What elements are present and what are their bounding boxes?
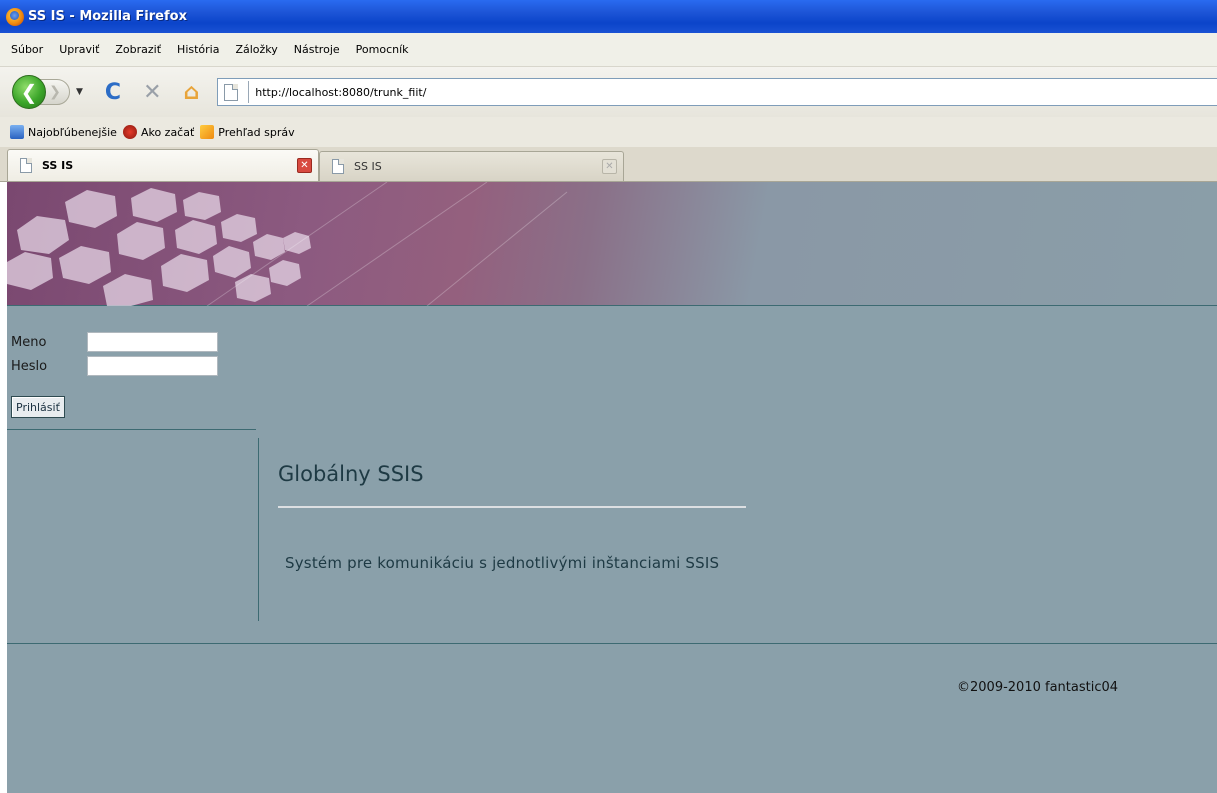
- menu-bookmarks[interactable]: Záložky: [232, 41, 280, 58]
- bookmark-label: Najobľúbenejšie: [28, 125, 117, 139]
- home-icon[interactable]: ⌂: [184, 80, 200, 105]
- page-icon: [20, 158, 32, 173]
- menu-tools[interactable]: Nástroje: [291, 41, 343, 58]
- url-bar[interactable]: http://localhost:8080/trunk_fiit/: [217, 78, 1217, 106]
- header-banner: [7, 182, 1217, 306]
- navigation-toolbar: ❮ ❯ ▼ C ✕ ⌂ http://localhost:8080/trunk_…: [0, 67, 1217, 117]
- username-row: Meno: [11, 330, 218, 354]
- username-label: Meno: [11, 334, 47, 350]
- footer-separator: [7, 643, 1217, 644]
- bookmark-most-visited[interactable]: Najobľúbenejšie: [10, 125, 117, 139]
- url-text[interactable]: http://localhost:8080/trunk_fiit/: [255, 86, 426, 99]
- vertical-separator: [258, 438, 259, 621]
- title-underline: [278, 506, 746, 508]
- rss-icon: [200, 125, 215, 139]
- password-row: Heslo: [11, 354, 218, 378]
- arrow-left-icon: ❮: [20, 80, 38, 104]
- bookmark-label: Prehľad správ: [218, 125, 295, 139]
- bookmark-getting-started[interactable]: Ako začať: [122, 125, 195, 139]
- page-content: Meno Heslo Prihlásiť Globálny SSIS Systé…: [7, 182, 1217, 793]
- page-title: Globálny SSIS: [278, 462, 424, 486]
- back-button[interactable]: ❮: [12, 75, 46, 109]
- left-separator: [7, 429, 256, 430]
- tab-label: SS IS: [42, 159, 74, 172]
- arrow-right-icon: ❯: [49, 84, 61, 100]
- menu-file[interactable]: Súbor: [8, 41, 46, 58]
- password-input[interactable]: [87, 356, 218, 376]
- tab-label: SS IS: [354, 160, 382, 173]
- tab-ss-is-active[interactable]: SS IS ✕: [7, 149, 319, 181]
- page-icon: [224, 83, 239, 101]
- bookmark-label: Ako začať: [140, 125, 195, 139]
- history-dropdown-icon[interactable]: ▼: [76, 87, 83, 97]
- window-titlebar: SS IS - Mozilla Firefox: [0, 0, 1217, 33]
- close-icon[interactable]: ✕: [297, 158, 312, 173]
- firefox-red-icon: [122, 125, 137, 139]
- hexagon-pattern-graphic: [7, 182, 568, 306]
- copyright-text: ©2009-2010 fantastic04: [957, 680, 1119, 695]
- reload-icon[interactable]: C: [105, 80, 121, 105]
- bookmarks-toolbar: Najobľúbenejšie Ako začať Prehľad správ: [0, 117, 1217, 147]
- page-description: Systém pre komunikáciu s jednotlivými in…: [285, 554, 720, 572]
- page-icon: [332, 159, 344, 174]
- firefox-logo-icon: [6, 7, 24, 26]
- menu-edit[interactable]: Upraviť: [56, 41, 102, 58]
- bookmark-latest-headlines[interactable]: Prehľad správ: [200, 125, 295, 139]
- menu-help[interactable]: Pomocník: [353, 41, 412, 58]
- login-form: Meno Heslo Prihlásiť: [11, 330, 218, 418]
- menu-bar: Súbor Upraviť Zobraziť História Záložky …: [0, 33, 1217, 67]
- tab-bar: SS IS ✕ SS IS ✕: [0, 147, 1217, 182]
- search-icon: [10, 125, 24, 139]
- url-divider: [248, 81, 250, 103]
- window-title: SS IS - Mozilla Firefox: [28, 9, 187, 24]
- close-icon[interactable]: ✕: [602, 159, 617, 174]
- password-label: Heslo: [11, 358, 48, 374]
- menu-history[interactable]: História: [174, 41, 222, 58]
- tab-ss-is[interactable]: SS IS ✕: [319, 151, 624, 181]
- menu-view[interactable]: Zobraziť: [112, 41, 164, 58]
- login-button[interactable]: Prihlásiť: [11, 396, 65, 418]
- username-input[interactable]: [87, 332, 218, 352]
- stop-icon[interactable]: ✕: [143, 80, 161, 105]
